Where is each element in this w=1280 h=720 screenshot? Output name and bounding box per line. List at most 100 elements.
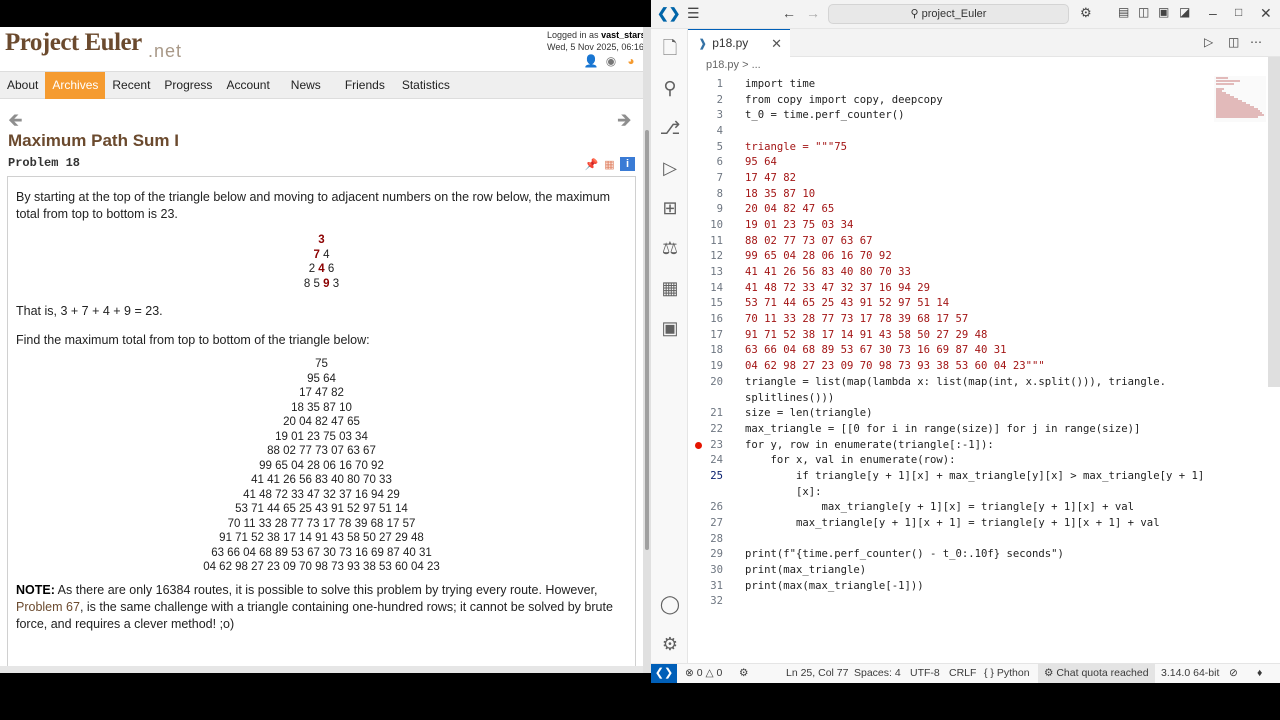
problem-67-link[interactable]: Problem 67 (16, 600, 80, 614)
line-number: 30 (710, 564, 723, 576)
nav-news[interactable]: News (277, 72, 335, 99)
warning-count: 0 (716, 667, 723, 679)
browser-horizontal-scrollbar[interactable] (0, 666, 643, 673)
line-number: 22 (710, 423, 723, 435)
chat-quota-label: Chat quota reached (1056, 667, 1149, 679)
nav-about[interactable]: About (0, 72, 45, 99)
copilot-icon[interactable]: ⚙ (1080, 5, 1092, 21)
code-line: print(max_triangle) (745, 564, 867, 576)
problem-title: Maximum Path Sum I (8, 131, 179, 150)
problem-number: Problem 18 (8, 156, 81, 170)
remote-explorer-icon[interactable]: ▦ (659, 277, 681, 299)
code-line: 53 71 44 65 25 43 91 52 97 51 14 (745, 297, 950, 309)
code-line: 41 48 72 33 47 32 37 16 94 29 (745, 282, 930, 294)
toggle-panel-icon[interactable]: ▣ (1158, 5, 1169, 19)
python-file-icon: ❱ (698, 38, 708, 50)
editor-scrollbar[interactable] (1268, 57, 1280, 387)
minimap[interactable] (1214, 76, 1266, 122)
encoding[interactable]: UTF-8 (910, 667, 940, 679)
add-friend-icon[interactable]: 👤 (583, 54, 599, 68)
line-number: 12 (710, 250, 723, 262)
layout-panel-icon[interactable]: ▤ (1118, 5, 1129, 19)
code-line: 91 71 52 38 17 14 91 43 58 50 27 29 48 (745, 329, 988, 341)
nav-account[interactable]: Account (219, 72, 276, 99)
language-mode[interactable]: { } Python (984, 667, 1030, 679)
big-tri-row: 17 47 82 (299, 387, 344, 399)
back-arrow-icon[interactable]: ← (782, 5, 796, 21)
toggle-sidebar-icon[interactable]: ◫ (1138, 5, 1149, 19)
search-view-icon[interactable]: ⚲ (659, 77, 681, 99)
code-editor[interactable]: 1 2 3 4 5 6 7 8 9 10 11 12 13 14 15 16 1… (688, 76, 1268, 663)
toggle-secondary-sidebar-icon[interactable]: ◪ (1179, 5, 1190, 19)
pin-icon[interactable]: 📌 (584, 157, 599, 171)
nav-statistics[interactable]: Statistics (395, 72, 457, 99)
next-problem-arrow-icon[interactable]: 🡺 (617, 108, 632, 138)
problem-content: By starting at the top of the triangle b… (7, 176, 636, 669)
ports-icon[interactable]: ⚙ (739, 667, 748, 679)
docker-icon[interactable]: ▣ (659, 317, 681, 339)
line-number: 2 (716, 94, 723, 106)
code-line: 41 41 26 56 83 40 80 70 33 (745, 266, 911, 278)
remote-indicator-icon[interactable]: ❮❯ (651, 664, 677, 683)
maximize-icon[interactable]: □ (1235, 5, 1242, 19)
line-number: 4 (716, 125, 723, 137)
settings-gear-icon[interactable]: ⚙ (659, 633, 681, 655)
info-icon[interactable]: i (620, 157, 635, 171)
cursor-position[interactable]: Ln 25, Col 77 (786, 667, 848, 679)
menu-icon[interactable]: ☰ (687, 5, 700, 22)
extensions-icon[interactable]: ⊞ (659, 197, 681, 219)
note-part: As there are only 16384 routes, it is po… (54, 582, 598, 597)
run-debug-icon[interactable]: ▷ (659, 157, 681, 179)
nav-progress[interactable]: Progress (157, 72, 219, 99)
header-icons: 👤 ◉ ◕ (583, 54, 639, 68)
username[interactable]: vast_stars (601, 30, 643, 40)
source-control-icon[interactable]: ⎇ (659, 117, 681, 139)
code-line: 04 62 98 27 23 09 70 98 73 93 38 53 60 0… (745, 360, 1045, 372)
split-editor-icon[interactable]: ◫ (1228, 35, 1239, 49)
line-number: 14 (710, 282, 723, 294)
code-line-current: if triangle[y + 1][x] + max_triangle[y][… (745, 470, 1205, 482)
line-number: 15 (710, 297, 723, 309)
copilot-disabled-icon[interactable]: ⊘ (1229, 667, 1238, 679)
code-line: for x, val in enumerate(row): (745, 454, 956, 466)
accounts-icon[interactable]: ◯ (659, 593, 681, 615)
note-label: NOTE: (16, 582, 55, 597)
nav-friends[interactable]: Friends (335, 72, 395, 99)
tag-icon[interactable]: ▦ (602, 157, 617, 171)
testing-icon[interactable]: ⚖ (659, 237, 681, 259)
big-tri-row: 41 41 26 56 83 40 80 70 33 (251, 474, 392, 486)
chat-quota-status[interactable]: ⚙ Chat quota reached (1038, 664, 1155, 683)
line-number: 24 (710, 454, 723, 466)
more-actions-icon[interactable]: ⋯ (1250, 35, 1262, 49)
minimize-icon[interactable]: – (1209, 5, 1217, 21)
forward-arrow-icon[interactable]: → (806, 5, 820, 21)
breadcrumb[interactable]: p18.py > ... (706, 59, 761, 71)
close-tab-icon[interactable]: ✕ (771, 30, 782, 57)
indentation[interactable]: Spaces: 4 (854, 667, 901, 679)
big-tri-row: 20 04 82 47 65 (283, 416, 360, 428)
code-line: 63 66 04 68 89 53 67 30 73 16 69 87 40 3… (745, 344, 1007, 356)
line-number: 31 (710, 580, 723, 592)
close-window-icon[interactable]: ✕ (1260, 5, 1272, 22)
run-python-file-icon[interactable]: ▷ (1204, 35, 1213, 49)
python-version[interactable]: 3.14.0 64-bit (1161, 667, 1219, 679)
command-center-search[interactable]: ⚲ project_Euler (828, 4, 1069, 24)
find-max-text: Find the maximum total from top to botto… (16, 333, 370, 347)
line-number: 27 (710, 517, 723, 529)
explorer-icon[interactable]: 🗋 (659, 37, 681, 59)
notifications-bell-icon[interactable]: ♦ (1257, 667, 1262, 679)
small-triangle: 3 7 4 2 4 6 8 5 9 3 (16, 233, 627, 291)
browser-scrollbar-thumb[interactable] (645, 130, 649, 550)
rss-icon[interactable]: ◕ (623, 54, 639, 68)
problems-indicator[interactable]: ⊗ 0 △ 0 (685, 667, 722, 679)
pe-logo[interactable]: Project Euler (5, 29, 142, 57)
line-number: 20 (710, 376, 723, 388)
nav-recent[interactable]: Recent (105, 72, 157, 99)
code-line: max_triangle[y + 1][x + 1] = triangle[y … (745, 517, 1160, 529)
globe-icon[interactable]: ◉ (603, 54, 619, 68)
small-tri-text: 6 (324, 263, 335, 275)
note-text: NOTE: As there are only 16384 routes, it… (16, 582, 627, 633)
line-ending[interactable]: CRLF (949, 667, 976, 679)
tab-p18-py[interactable]: ❱ p18.py ✕ (688, 29, 790, 57)
nav-archives[interactable]: Archives (45, 72, 106, 99)
